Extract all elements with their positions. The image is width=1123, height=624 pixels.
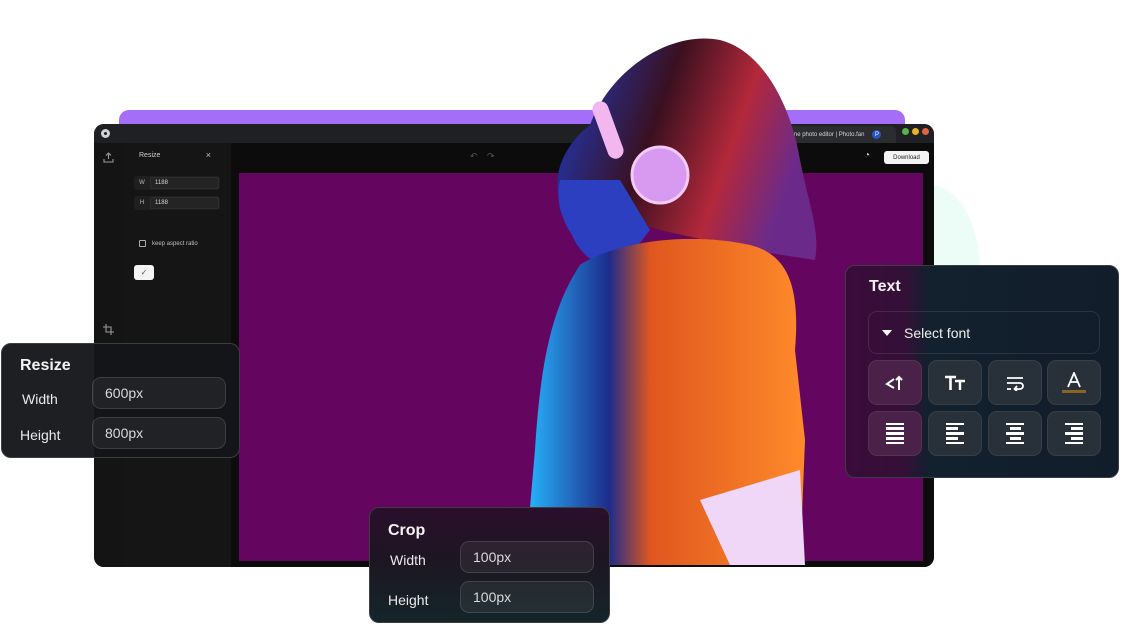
align-right-icon — [1065, 422, 1083, 445]
font-select[interactable]: Select font — [868, 311, 1100, 354]
crop-card: Crop Width 100px Height 100px — [369, 507, 610, 623]
height-input[interactable]: 1188 — [150, 197, 219, 209]
window-maximize-button[interactable] — [902, 128, 909, 135]
align-justify-icon — [886, 422, 904, 445]
crop-card-title: Crop — [388, 522, 426, 539]
photo-subject — [525, 38, 817, 565]
check-icon: ✓ — [140, 268, 148, 277]
resize-width-input[interactable]: 600px — [92, 377, 226, 409]
confirm-button[interactable]: ✓ — [134, 265, 154, 280]
download-button[interactable]: Download — [884, 151, 929, 164]
width-field: W 1188 — [134, 176, 220, 190]
align-right-button[interactable] — [1047, 411, 1101, 456]
resize-card-title: Resize — [20, 357, 71, 374]
crop-width-label: Width — [390, 552, 426, 568]
text-color-icon — [1062, 371, 1086, 393]
crop-height-input[interactable]: 100px — [460, 581, 594, 613]
text-card: Text Select font — [845, 265, 1119, 478]
tab-favicon-icon: P — [872, 130, 882, 139]
align-left-button[interactable] — [928, 411, 982, 456]
text-size-icon — [945, 375, 965, 390]
text-direction-icon — [885, 375, 903, 390]
app-logo-icon — [101, 129, 110, 138]
align-center-icon — [1006, 422, 1024, 445]
close-icon[interactable]: × — [206, 150, 211, 160]
height-label: H — [139, 200, 145, 206]
history-icon[interactable]: ◔ — [864, 150, 870, 161]
text-wrap-icon — [1007, 376, 1024, 391]
align-center-button[interactable] — [988, 411, 1042, 456]
text-card-title: Text — [869, 278, 901, 295]
resize-height-input[interactable]: 800px — [92, 417, 226, 449]
resize-height-label: Height — [20, 427, 61, 443]
text-direction-button[interactable] — [868, 360, 922, 405]
text-wrap-button[interactable] — [988, 360, 1042, 405]
crop-icon[interactable] — [103, 324, 114, 338]
keep-aspect-row[interactable]: keep aspect ratio — [139, 240, 198, 247]
window-minimize-button[interactable] — [912, 128, 919, 135]
keep-aspect-checkbox[interactable] — [139, 240, 146, 247]
width-label: W — [139, 180, 145, 186]
window-close-button[interactable] — [922, 128, 929, 135]
panel-title: Resize — [139, 152, 161, 159]
keep-aspect-label: keep aspect ratio — [152, 240, 198, 247]
upload-icon[interactable] — [103, 152, 114, 166]
align-left-icon — [946, 422, 964, 445]
font-select-placeholder: Select font — [904, 324, 971, 341]
text-size-button[interactable] — [928, 360, 982, 405]
resize-card: Resize Width 600px Height 800px — [1, 343, 240, 458]
height-field: H 1188 — [134, 196, 220, 210]
width-input[interactable]: 1188 — [150, 177, 219, 189]
redo-icon[interactable]: ↷ — [487, 151, 495, 162]
resize-width-label: Width — [22, 391, 58, 407]
caret-down-icon — [882, 329, 892, 336]
crop-width-input[interactable]: 100px — [460, 541, 594, 573]
align-justify-button[interactable] — [868, 411, 922, 456]
headphone-ear-cup — [630, 145, 690, 205]
undo-icon[interactable]: ↶ — [470, 151, 478, 162]
text-color-button[interactable] — [1047, 360, 1101, 405]
crop-height-label: Height — [388, 592, 429, 608]
